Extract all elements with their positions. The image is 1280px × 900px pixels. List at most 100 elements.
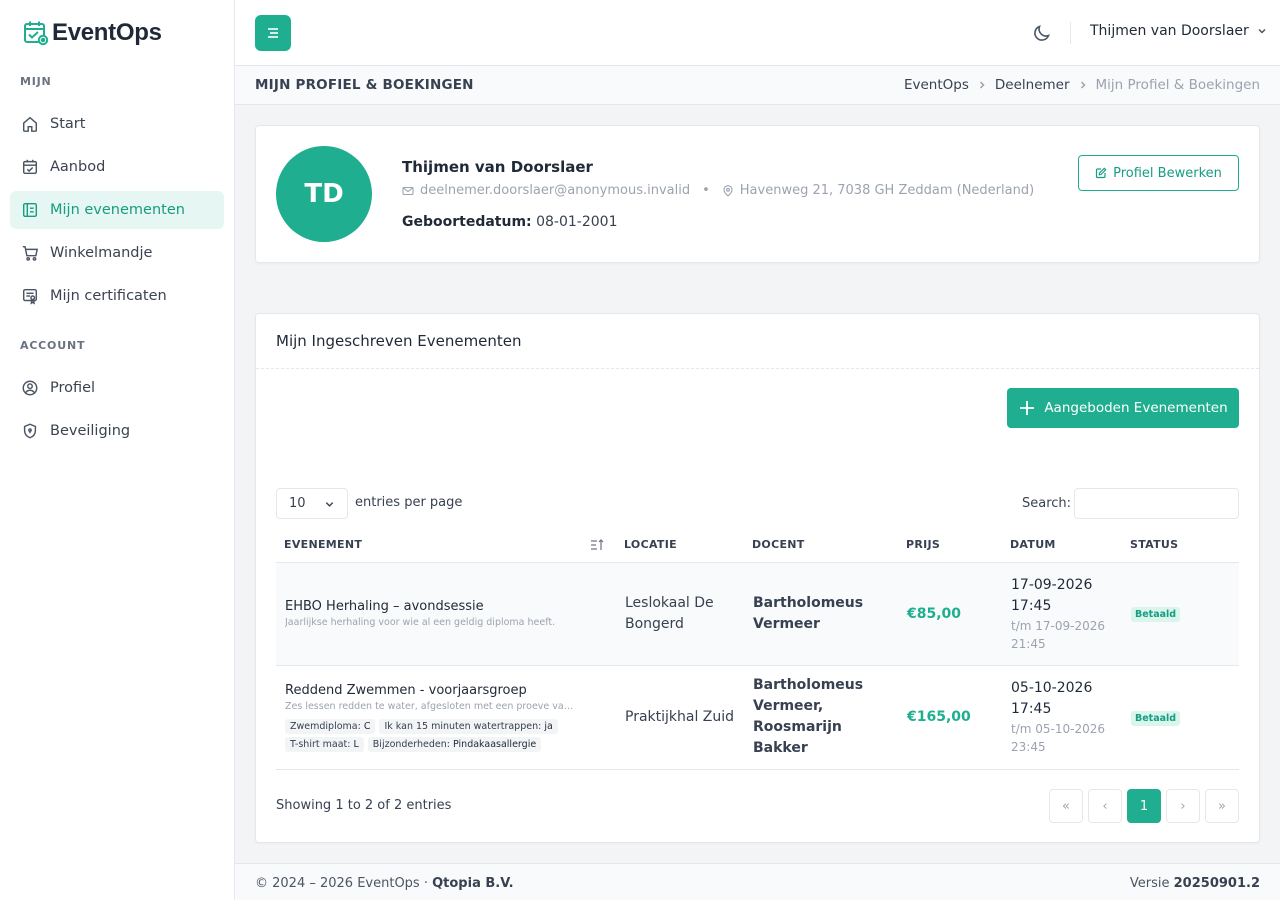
answer-tag: Bijzonderheden: Pindakaasallergie bbox=[367, 736, 542, 752]
edit-profile-button[interactable]: Profiel Bewerken bbox=[1078, 155, 1239, 191]
pagination: « ‹ 1 › » bbox=[1044, 789, 1239, 823]
event-price: €165,00 bbox=[907, 709, 971, 725]
cell-event: Reddend Zwemmen - voorjaarsgroep Zes les… bbox=[276, 665, 616, 770]
chevron-right-icon bbox=[1080, 81, 1086, 89]
event-answers: Zwemdiploma: C Ik kan 15 minuten watertra… bbox=[285, 716, 608, 752]
sidebar-item-beveiliging[interactable]: Beveiliging bbox=[10, 412, 224, 450]
column-header-evenement[interactable]: EVENEMENT bbox=[276, 527, 616, 563]
cell-status: Betaald bbox=[1122, 562, 1239, 666]
cell-location: Praktijkhal Zuid bbox=[616, 665, 744, 770]
table-row[interactable]: Reddend Zwemmen - voorjaarsgroep Zes les… bbox=[276, 665, 1239, 770]
cell-price: €165,00 bbox=[898, 665, 1002, 770]
cell-date: 05-10-2026 17:45 t/m 05-10-2026 23:45 bbox=[1002, 665, 1122, 770]
profile-card: TD Thijmen van Doorslaer deelnemer.doors… bbox=[255, 125, 1260, 263]
separator-dot: • bbox=[702, 183, 710, 198]
event-date-end: t/m 17-09-2026 21:45 bbox=[1011, 618, 1105, 651]
event-name[interactable]: EHBO Herhaling – avondsessie bbox=[285, 599, 608, 614]
user-menu[interactable]: Thijmen van Doorslaer bbox=[1090, 23, 1268, 39]
avatar: TD bbox=[276, 146, 372, 242]
sidebar-item-mijn-evenementen[interactable]: Mijn evenementen bbox=[10, 191, 224, 229]
sidebar-item-profiel[interactable]: Profiel bbox=[10, 369, 224, 407]
page-number-button[interactable]: 1 bbox=[1127, 789, 1161, 823]
column-header-prijs[interactable]: PRIJS bbox=[898, 527, 1002, 563]
event-name[interactable]: Reddend Zwemmen - voorjaarsgroep bbox=[285, 683, 608, 698]
chevron-down-icon bbox=[1258, 28, 1266, 34]
offered-events-label: Aangeboden Evenementen bbox=[1044, 400, 1228, 416]
breadcrumb-item[interactable]: Deelnemer bbox=[995, 77, 1070, 93]
plus-icon bbox=[1020, 401, 1035, 415]
table-info: Showing 1 to 2 of 2 entries bbox=[276, 798, 452, 813]
user-name: Thijmen van Doorslaer bbox=[1090, 23, 1249, 39]
events-card: Mijn Ingeschreven Evenementen Aangeboden… bbox=[255, 313, 1260, 843]
page-last-button[interactable]: » bbox=[1205, 789, 1239, 823]
chevron-right-icon bbox=[979, 81, 985, 89]
nav-section-account: ACCOUNT bbox=[20, 339, 86, 352]
table-row[interactable]: EHBO Herhaling – avondsessie Jaarlijkse … bbox=[276, 562, 1239, 666]
sidebar-item-label: Winkelmandje bbox=[50, 245, 153, 261]
event-price: €85,00 bbox=[907, 605, 962, 622]
profile-name: Thijmen van Doorslaer bbox=[402, 158, 593, 176]
map-pin-icon bbox=[723, 184, 733, 197]
column-header-datum[interactable]: DATUM bbox=[1002, 527, 1122, 563]
ticket-icon bbox=[22, 202, 38, 218]
page-next-button[interactable]: › bbox=[1166, 789, 1200, 823]
event-date-start: 05-10-2026 17:45 bbox=[1011, 680, 1093, 717]
cell-teacher: Bartholomeus Vermeer, Roosmarijn Bakker bbox=[744, 665, 898, 770]
sidebar-item-label: Start bbox=[50, 116, 86, 132]
event-description: Jaarlijkse herhaling voor wie al een gel… bbox=[285, 617, 556, 628]
event-date-end: t/m 05-10-2026 23:45 bbox=[1011, 722, 1105, 754]
version-number: 20250901.2 bbox=[1173, 876, 1260, 891]
offered-events-button[interactable]: Aangeboden Evenementen bbox=[1007, 388, 1239, 428]
edit-profile-label: Profiel Bewerken bbox=[1113, 165, 1222, 181]
answer-tag: T-shirt maat: L bbox=[285, 736, 364, 752]
brand[interactable]: EventOps bbox=[0, 0, 234, 66]
cell-price: €85,00 bbox=[898, 562, 1002, 666]
events-card-header: Mijn Ingeschreven Evenementen bbox=[256, 314, 1259, 369]
menu-icon bbox=[268, 28, 278, 38]
profile-meta: deelnemer.doorslaer@anonymous.invalid • … bbox=[402, 183, 1034, 198]
event-location: Leslokaal De Bongerd bbox=[625, 594, 714, 632]
event-teacher: Bartholomeus Vermeer, Roosmarijn Bakker bbox=[753, 677, 864, 756]
cell-date: 17-09-2026 17:45 t/m 17-09-2026 21:45 bbox=[1002, 562, 1122, 666]
breadcrumb: EventOps Deelnemer Mijn Profiel & Boekin… bbox=[904, 77, 1260, 93]
event-teacher: Bartholomeus Vermeer bbox=[753, 594, 864, 632]
sidebar-item-winkelmandje[interactable]: Winkelmandje bbox=[10, 234, 224, 272]
column-header-locatie[interactable]: LOCATIE bbox=[616, 527, 744, 563]
status-badge: Betaald bbox=[1131, 710, 1181, 726]
page-length-select[interactable]: 10 bbox=[276, 488, 348, 519]
dob-label: Geboortedatum: bbox=[402, 214, 532, 230]
breadcrumb-item[interactable]: EventOps bbox=[904, 77, 969, 93]
chevron-down-icon bbox=[325, 502, 334, 507]
cell-teacher: Bartholomeus Vermeer bbox=[744, 562, 898, 666]
search-input[interactable] bbox=[1074, 488, 1239, 519]
menu-toggle-button[interactable] bbox=[255, 15, 291, 51]
calendar-gear-logo-icon bbox=[24, 21, 49, 46]
cart-icon bbox=[22, 245, 39, 261]
company-link[interactable]: Qtopia B.V. bbox=[432, 876, 513, 891]
column-header-docent[interactable]: DOCENT bbox=[744, 527, 898, 563]
sidebar-item-label: Beveiliging bbox=[50, 423, 131, 439]
breadcrumb-current: Mijn Profiel & Boekingen bbox=[1095, 77, 1260, 93]
event-location: Praktijkhal Zuid bbox=[625, 708, 735, 725]
nav-section-mijn: MIJN bbox=[20, 75, 52, 88]
sidebar-item-mijn-certificaten[interactable]: Mijn certificaten bbox=[10, 277, 224, 315]
page-prev-button[interactable]: ‹ bbox=[1088, 789, 1122, 823]
status-badge: Betaald bbox=[1131, 607, 1181, 622]
calendar-check-icon bbox=[22, 159, 38, 175]
version: Versie 20250901.2 bbox=[1129, 876, 1260, 891]
user-circle-icon bbox=[22, 380, 38, 396]
column-header-status[interactable]: STATUS bbox=[1122, 527, 1239, 563]
cell-location: Leslokaal De Bongerd bbox=[616, 562, 744, 666]
sidebar-item-start[interactable]: Start bbox=[10, 105, 224, 143]
answer-tag: Zwemdiploma: C bbox=[285, 718, 376, 734]
sidebar-item-aanbod[interactable]: Aanbod bbox=[10, 148, 224, 186]
page-first-button[interactable]: « bbox=[1049, 789, 1083, 823]
events-table: EVENEMENT LOCATIE DOCENT PRIJS DATUM STA… bbox=[276, 527, 1239, 770]
page-title: MIJN PROFIEL & BOEKINGEN bbox=[255, 77, 474, 93]
cell-event: EHBO Herhaling – avondsessie Jaarlijkse … bbox=[276, 562, 616, 666]
moon-icon[interactable] bbox=[1032, 23, 1052, 43]
sidebar-item-label: Profiel bbox=[50, 380, 96, 396]
home-icon bbox=[22, 116, 38, 132]
answer-tag: Ik kan 15 minuten watertrappen: ja bbox=[379, 718, 558, 734]
footer: © 2024 – 2026 EventOps · Qtopia B.V. Ver… bbox=[235, 863, 1280, 900]
